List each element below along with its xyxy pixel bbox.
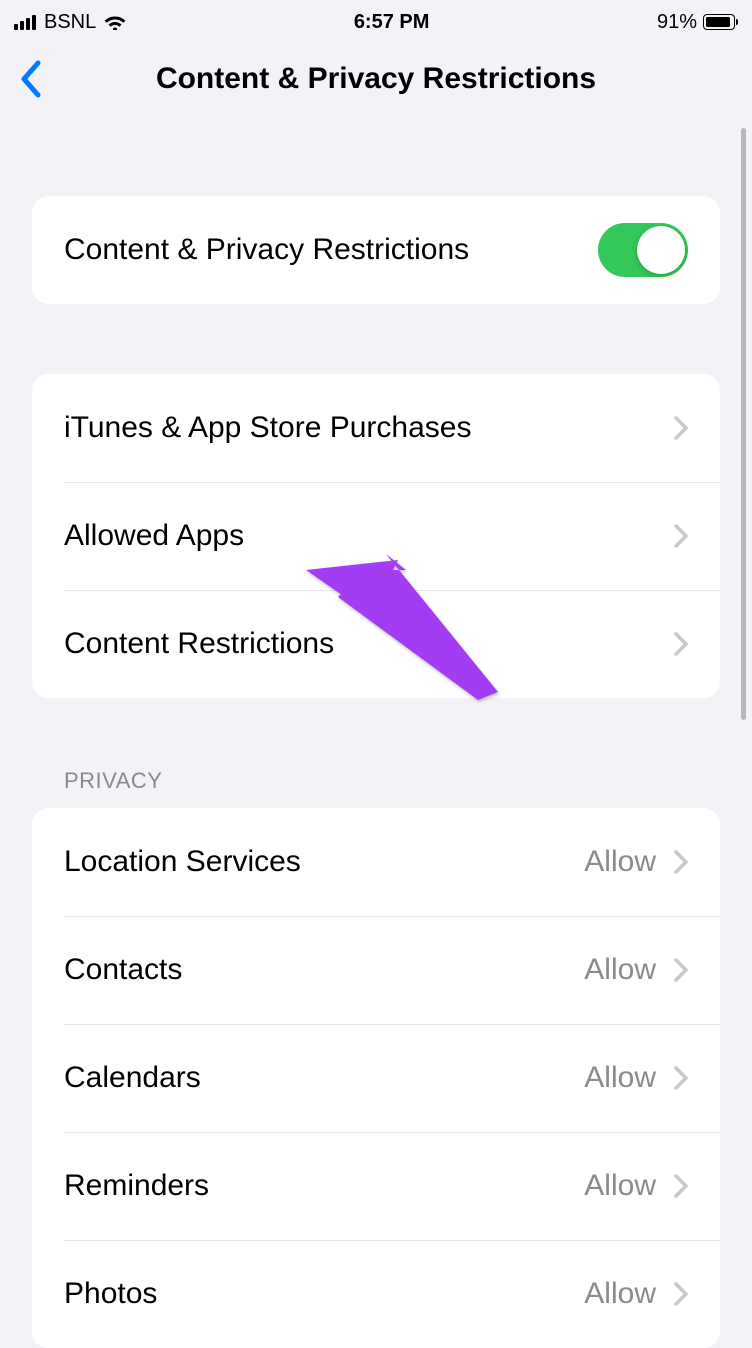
chevron-right-icon	[674, 1282, 688, 1306]
chevron-right-icon	[674, 1174, 688, 1198]
photos-row[interactable]: Photos Allow	[32, 1240, 720, 1348]
itunes-purchases-row[interactable]: iTunes & App Store Purchases	[32, 374, 720, 482]
toggle-knob	[637, 226, 685, 274]
calendars-row[interactable]: Calendars Allow	[32, 1024, 720, 1132]
row-label: Content & Privacy Restrictions	[64, 233, 469, 267]
status-bar: BSNL 6:57 PM 91%	[0, 0, 752, 44]
chevron-right-icon	[674, 416, 688, 440]
row-label: Location Services	[64, 845, 301, 879]
scroll-indicator[interactable]	[741, 128, 746, 720]
cellular-signal-icon	[14, 14, 36, 30]
row-value: Allow	[584, 953, 656, 987]
row-label: Content Restrictions	[64, 627, 334, 661]
status-left: BSNL	[14, 11, 126, 34]
battery-icon	[703, 14, 738, 30]
chevron-right-icon	[674, 524, 688, 548]
privacy-section-header: PRIVACY	[32, 768, 720, 808]
row-value: Allow	[584, 1061, 656, 1095]
nav-header: Content & Privacy Restrictions	[0, 44, 752, 114]
page-title: Content & Privacy Restrictions	[0, 62, 752, 96]
wifi-icon	[104, 14, 126, 30]
status-right: 91%	[657, 11, 738, 34]
chevron-right-icon	[674, 958, 688, 982]
allowed-apps-row[interactable]: Allowed Apps	[32, 482, 720, 590]
content-restrictions-row[interactable]: Content Restrictions	[32, 590, 720, 698]
row-label: Contacts	[64, 953, 182, 987]
row-label: Reminders	[64, 1169, 209, 1203]
master-toggle-section: Content & Privacy Restrictions	[32, 196, 720, 304]
toggle-switch[interactable]	[598, 223, 688, 277]
content-privacy-toggle-row[interactable]: Content & Privacy Restrictions	[32, 196, 720, 304]
privacy-section: Location Services Allow Contacts Allow	[32, 808, 720, 1348]
chevron-right-icon	[674, 850, 688, 874]
battery-percent: 91%	[657, 11, 697, 34]
back-button[interactable]	[10, 52, 50, 106]
row-label: Allowed Apps	[64, 519, 244, 553]
chevron-left-icon	[18, 60, 42, 98]
content-area: Content & Privacy Restrictions iTunes & …	[0, 196, 752, 1348]
row-label: Calendars	[64, 1061, 201, 1095]
privacy-section-wrapper: PRIVACY Location Services Allow Contacts…	[32, 768, 720, 1348]
reminders-row[interactable]: Reminders Allow	[32, 1132, 720, 1240]
chevron-right-icon	[674, 1066, 688, 1090]
location-services-row[interactable]: Location Services Allow	[32, 808, 720, 916]
restrictions-section: iTunes & App Store Purchases Allowed App…	[32, 374, 720, 698]
row-label: Photos	[64, 1277, 157, 1311]
carrier-label: BSNL	[44, 11, 96, 34]
row-label: iTunes & App Store Purchases	[64, 411, 471, 445]
row-value: Allow	[584, 1277, 656, 1311]
row-value: Allow	[584, 1169, 656, 1203]
contacts-row[interactable]: Contacts Allow	[32, 916, 720, 1024]
status-time: 6:57 PM	[354, 11, 430, 34]
chevron-right-icon	[674, 632, 688, 656]
row-value: Allow	[584, 845, 656, 879]
